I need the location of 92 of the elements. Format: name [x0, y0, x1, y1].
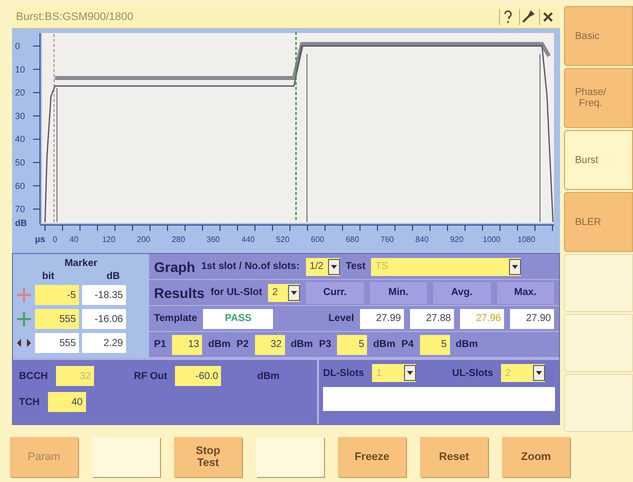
x-tick-label: 360	[206, 235, 220, 244]
softkey[interactable]: Freeze	[338, 437, 406, 477]
x-tick-label: 1080	[518, 235, 536, 244]
x-tick-label: 920	[450, 235, 464, 244]
rf-out-label: RF Out	[134, 370, 168, 382]
y-tick-label: 10	[15, 64, 26, 74]
y-tick-label: 70	[15, 204, 26, 214]
x-tick-label: 280	[172, 235, 186, 244]
db-value: 2.29	[82, 333, 126, 353]
power-label: P3	[318, 339, 332, 350]
column-header: Curr.	[306, 282, 364, 304]
template-status: PASS	[203, 308, 274, 328]
unit-label: dBm	[290, 339, 313, 350]
x-unit-label: µs	[35, 234, 46, 244]
caret-icon	[407, 371, 414, 375]
tch-label: TCH	[19, 396, 40, 408]
results-label: Results	[154, 284, 205, 300]
db-value: -18.35	[82, 285, 126, 305]
x-tick-label: 600	[310, 235, 324, 244]
ul-slot-dropdown[interactable]: 2	[268, 284, 300, 302]
x-tick-label: 680	[346, 235, 360, 244]
slots-label: 1st slot / No.of slots:	[201, 261, 300, 272]
y-tick-label: 60	[15, 180, 26, 191]
column-header: Max.	[496, 282, 554, 304]
delta-icon	[16, 338, 32, 348]
help-icon[interactable]	[503, 10, 513, 24]
y-tick-label: 20	[15, 88, 26, 98]
level-value: 27.90	[510, 308, 554, 328]
ul-slots-label: UL-Slots	[452, 368, 494, 378]
x-tick-label: 840	[415, 235, 429, 244]
dl-slots-label: DL-Slots	[323, 368, 364, 378]
power-label: P1	[154, 339, 166, 350]
side-tab[interactable]: BLER	[564, 192, 633, 252]
ul-slot-label: for UL-Slot	[210, 287, 262, 298]
y-tick-label: 40	[15, 134, 26, 144]
y-tick-label: 30	[15, 110, 26, 121]
marker-icon	[16, 287, 32, 303]
y-tick-label: 0	[15, 41, 20, 51]
x-tick-label: 0	[52, 235, 58, 244]
caret-icon	[512, 264, 518, 268]
caret-icon	[536, 371, 542, 375]
unit-label: dBm	[456, 339, 478, 350]
unit-label: dBm	[208, 339, 230, 350]
rf-out-field[interactable]: -60.0	[175, 366, 222, 386]
test-label: Test	[346, 261, 366, 272]
tch-field[interactable]: 40	[48, 392, 86, 412]
x-tick-label: 1000	[482, 235, 500, 244]
power-label: P2	[236, 339, 249, 350]
db-value: -16.06	[82, 309, 126, 329]
x-tick-label: 520	[276, 235, 290, 244]
marker-title: Marker	[64, 258, 98, 269]
x-tick-label: 200	[136, 235, 150, 244]
level-value: 27.96	[460, 308, 504, 328]
column-header: Avg.	[433, 282, 491, 304]
level-value: 27.88	[410, 308, 454, 328]
y-unit-label: dB	[15, 218, 27, 228]
x-tick-label: 40	[70, 235, 78, 244]
bit-value: 555	[35, 333, 79, 353]
bcch-label: BCCH	[19, 370, 48, 382]
close-icon[interactable]	[543, 12, 553, 22]
caret-icon	[330, 264, 337, 268]
marker-icon	[16, 311, 32, 327]
unit-label: dBm	[257, 370, 280, 382]
window-title: Burst:BS:GSM900/1800	[16, 11, 134, 23]
column-header: bit	[42, 271, 54, 282]
x-tick-label: 760	[380, 235, 394, 244]
x-tick-label: 120	[102, 235, 116, 244]
y-tick-label: 50	[15, 158, 26, 168]
slots-dropdown[interactable]: 1/2	[306, 258, 340, 276]
power-label: P4	[401, 339, 414, 350]
side-tab[interactable]: Burst	[564, 130, 633, 190]
power-field[interactable]: 5	[420, 334, 450, 354]
softkey[interactable]: Zoom	[502, 437, 570, 477]
softkey[interactable]: Stop Test	[174, 437, 242, 477]
column-header: dB	[106, 271, 120, 282]
power-field[interactable]: 32	[254, 334, 285, 354]
x-tick-label: 440	[241, 235, 255, 244]
bit-value[interactable]: -5	[35, 285, 79, 305]
wrench-icon[interactable]	[521, 10, 535, 24]
column-header: Min.	[370, 282, 428, 304]
level-label: Level	[328, 313, 354, 324]
graph-label: Graph	[154, 258, 196, 274]
template-label: Template	[154, 313, 198, 324]
caret-icon	[291, 290, 298, 294]
bit-value[interactable]: 555	[35, 309, 79, 329]
side-tab[interactable]: Phase/ Freq.	[564, 68, 633, 128]
power-field[interactable]: 5	[337, 334, 368, 354]
softkey[interactable]: Reset	[420, 437, 488, 477]
unit-label: dBm	[373, 339, 396, 350]
power-field[interactable]: 13	[172, 334, 202, 354]
side-tab[interactable]: Basic	[564, 6, 633, 66]
level-value: 27.99	[360, 308, 404, 328]
